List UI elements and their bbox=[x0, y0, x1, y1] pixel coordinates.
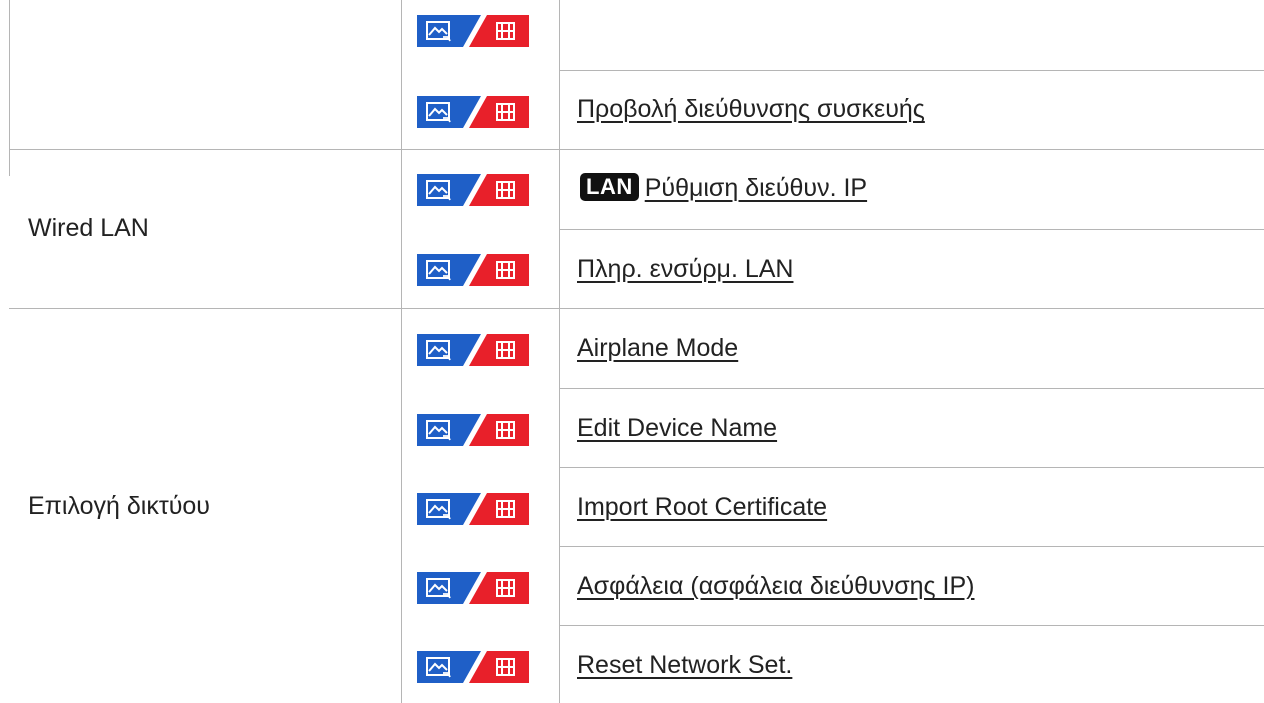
shooting-mode-icons bbox=[417, 572, 529, 604]
photo-movie-mode-icon bbox=[417, 174, 529, 206]
photo-movie-mode-icon bbox=[417, 651, 529, 683]
link-airplane-mode[interactable]: Airplane Mode bbox=[577, 333, 738, 363]
photo-movie-mode-icon bbox=[417, 572, 529, 604]
link-import-root-certificate[interactable]: Import Root Certificate bbox=[577, 492, 827, 522]
photo-movie-mode-icon bbox=[417, 96, 529, 128]
photo-movie-mode-icon bbox=[417, 254, 529, 286]
shooting-mode-icons bbox=[417, 96, 529, 128]
lan-badge-icon: LAN bbox=[580, 173, 639, 201]
menu-row: Προβολή διεύθυνσης συσκευής bbox=[400, 70, 1264, 149]
menu-row: LAN Ρύθμιση διεύθυν. IP bbox=[400, 149, 1264, 229]
shooting-mode-icons bbox=[417, 651, 529, 683]
photo-movie-mode-icon bbox=[417, 414, 529, 446]
shooting-mode-icons bbox=[417, 254, 529, 286]
section-label-wired-lan: Wired LAN bbox=[28, 214, 149, 242]
menu-row: Edit Device Name bbox=[400, 388, 1264, 467]
menu-row: Reset Network Set. bbox=[400, 625, 1264, 703]
link-device-address-display[interactable]: Προβολή διεύθυνσης συσκευής bbox=[577, 94, 925, 124]
link-edit-device-name[interactable]: Edit Device Name bbox=[577, 413, 777, 443]
photo-movie-mode-icon bbox=[417, 493, 529, 525]
menu-row: Πληρ. ενσύρμ. LAN bbox=[400, 229, 1264, 308]
link-wired-lan-info[interactable]: Πληρ. ενσύρμ. LAN bbox=[577, 254, 793, 284]
shooting-mode-icons bbox=[417, 174, 529, 206]
shooting-mode-icons bbox=[417, 493, 529, 525]
ip-address-setting-item: LAN Ρύθμιση διεύθυν. IP bbox=[580, 173, 867, 203]
section-label-network-option: Επιλογή δικτύου bbox=[28, 492, 210, 520]
photo-movie-mode-icon bbox=[417, 334, 529, 366]
link-reset-network-settings[interactable]: Reset Network Set. bbox=[577, 650, 792, 680]
menu-row bbox=[400, 0, 1264, 70]
shooting-mode-icons bbox=[417, 334, 529, 366]
photo-movie-mode-icon bbox=[417, 15, 529, 47]
shooting-mode-icons bbox=[417, 15, 529, 47]
menu-row: Airplane Mode bbox=[400, 308, 1264, 388]
menu-row: Ασφάλεια (ασφάλεια διεύθυνσης IP) bbox=[400, 546, 1264, 625]
link-ip-address-security[interactable]: Ασφάλεια (ασφάλεια διεύθυνσης IP) bbox=[577, 571, 974, 601]
menu-row: Import Root Certificate bbox=[400, 467, 1264, 546]
shooting-mode-icons bbox=[417, 414, 529, 446]
link-ip-address-setting[interactable]: Ρύθμιση διεύθυν. IP bbox=[645, 174, 867, 202]
